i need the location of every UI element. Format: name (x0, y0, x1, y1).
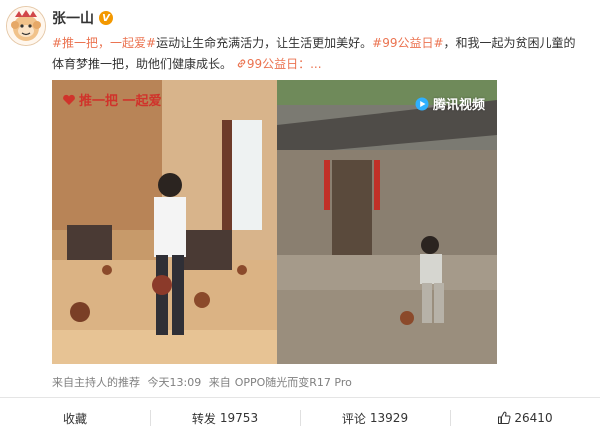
charity-link-text[interactable]: 99公益日：... (247, 57, 322, 71)
post-meta: 来自主持人的推荐 今天13:09 来自 OPPO随光而变R17 Pro (52, 374, 356, 390)
repost-label: 转发 (191, 411, 216, 426)
watermark-right-text: 腾讯视频 (432, 98, 485, 113)
repost-button[interactable]: 转发 19753 (150, 404, 300, 432)
username-text[interactable]: 张一山 (52, 8, 94, 28)
push-love-watermark: 推一把 一起爱 (62, 90, 162, 109)
favorite-button[interactable]: 收藏 (0, 404, 150, 432)
video-scene-image (52, 80, 497, 364)
monkey-avatar-icon (7, 7, 45, 45)
verified-badge-icon: V (99, 11, 113, 25)
hashtag-push-love[interactable]: #推一把，一起爱# (52, 36, 156, 50)
heart-logo-icon (63, 94, 75, 105)
like-button[interactable]: 26410 (450, 404, 600, 432)
username[interactable]: 张一山 V (52, 8, 113, 28)
comment-button[interactable]: 评论 13929 (300, 404, 450, 432)
comment-count: 13929 (369, 411, 409, 425)
from-label: 来自 (208, 376, 231, 389)
source-recommendation[interactable]: 来自主持人的推荐 (52, 376, 140, 389)
tencent-video-watermark: 腾讯视频 (415, 94, 485, 113)
link-icon (237, 59, 246, 68)
avatar[interactable] (6, 6, 46, 46)
divider (0, 397, 600, 398)
post-text: #推一把，一起爱#运动让生命充满活力，让生活更加美好。#99公益日#，和我一起为… (52, 33, 582, 75)
repost-count: 19753 (219, 411, 259, 425)
device-name[interactable]: OPPO随光而变R17 Pro (235, 376, 352, 389)
post-text-part1: 运动让生命充满活力，让生活更加美好。 (156, 36, 373, 50)
like-count: 26410 (514, 411, 553, 425)
comment-label: 评论 (341, 411, 366, 426)
thumbs-up-icon (498, 411, 511, 424)
tencent-video-logo-icon (415, 97, 429, 110)
hashtag-99-charity-day[interactable]: #99公益日# (372, 36, 443, 50)
charity-link[interactable]: 99公益日：... (236, 57, 322, 71)
favorite-label: 收藏 (62, 411, 87, 426)
watermark-left-text: 推一把 一起爱 (79, 94, 162, 109)
post-time[interactable]: 今天13:09 (148, 376, 202, 389)
action-bar: 收藏 转发 19753 评论 13929 26410 (0, 404, 600, 432)
video-thumbnail[interactable]: 推一把 一起爱 腾讯视频 (52, 80, 497, 364)
